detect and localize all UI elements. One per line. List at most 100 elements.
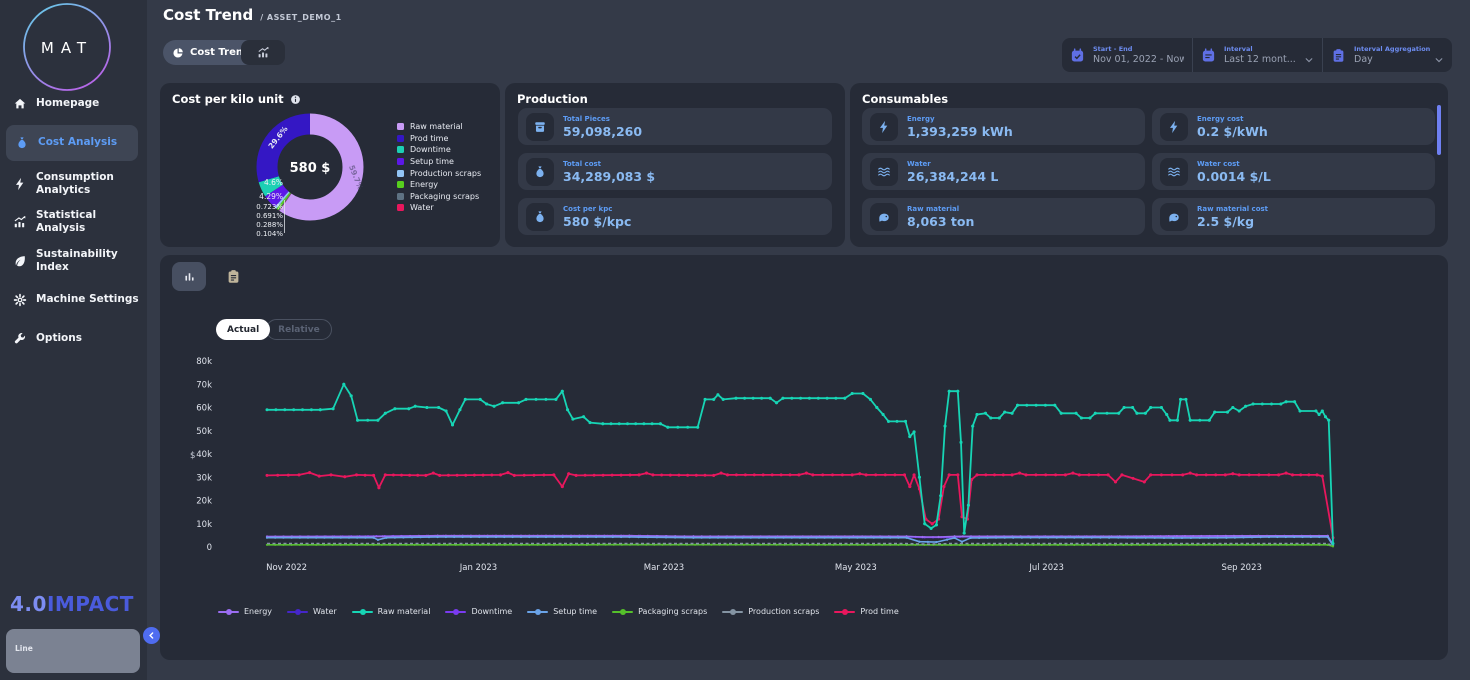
- bolt-icon: [877, 120, 891, 134]
- chart-legend-item-packaging-scraps[interactable]: Packaging scraps: [612, 607, 707, 616]
- app-root: MAT HomepageCost AnalysisConsumption Ana…: [0, 0, 1470, 680]
- legend-swatch: [397, 181, 404, 188]
- consumables-title: Consumables: [862, 92, 948, 106]
- metric-value: 0.2 $/kWh: [1197, 124, 1268, 139]
- y-tick-label: 40k: [196, 450, 212, 460]
- sidebar-item-sustainability-index[interactable]: Sustainability Index: [0, 252, 147, 270]
- metric-card-raw-material: Raw material8,063 ton: [862, 198, 1145, 235]
- legend-label: Raw material: [410, 122, 463, 131]
- legend-label: Downtime: [471, 607, 512, 616]
- metric-value: 2.5 $/kg: [1197, 214, 1268, 229]
- metric-label: Cost per kpc: [563, 205, 631, 213]
- legend-swatch: [397, 193, 404, 200]
- legend-line-sample: [445, 611, 466, 613]
- main-area: Cost Trend / ASSET_DEMO_1 Cost Trend Sta…: [147, 0, 1470, 680]
- control-value: Nov 01, 2022 - Now: [1093, 54, 1184, 65]
- donut-legend-item-water: Water: [397, 202, 481, 214]
- legend-label: Energy: [244, 607, 272, 616]
- sidebar-item-options[interactable]: Options: [0, 330, 147, 348]
- moneybag-icon: [533, 165, 547, 179]
- legend-label: Setup time: [410, 157, 454, 166]
- chart-legend-item-downtime[interactable]: Downtime: [445, 607, 512, 616]
- legend-swatch: [397, 204, 404, 211]
- statistics-view-button[interactable]: [241, 40, 285, 65]
- legend-label: Energy: [410, 180, 438, 189]
- metric-card-cost-per-kpc: Cost per kpc580 $/kpc: [518, 198, 832, 235]
- trend-chart-panel: ActualRelative 010k20k30k40k50k60k70k80k…: [160, 255, 1448, 660]
- legend-line-sample: [287, 611, 308, 613]
- legend-line-sample: [612, 611, 633, 613]
- metric-card-total-cost: Total cost34,289,083 $: [518, 153, 832, 190]
- legend-label: Production scraps: [410, 169, 481, 178]
- sidebar-item-label: Statistical Analysis: [36, 209, 141, 235]
- production-title: Production: [517, 92, 588, 106]
- metric-value: 59,098,260: [563, 124, 642, 139]
- sidebar-item-consumption-analytics[interactable]: Consumption Analytics: [0, 168, 147, 200]
- metric-label: Energy: [907, 115, 1013, 123]
- sidebar-collapse-button[interactable]: [143, 627, 160, 644]
- metric-card-total-pieces: Total Pieces59,098,260: [518, 108, 832, 145]
- metric-label: Raw material cost: [1197, 205, 1268, 213]
- consumables-scrollbar[interactable]: [1437, 105, 1441, 155]
- control-value: Last 12 mont...: [1224, 54, 1296, 65]
- legend-label: Water: [410, 203, 434, 212]
- metric-card-energy: Energy1,393,259 kWh: [862, 108, 1145, 145]
- stats-icon: [13, 215, 27, 229]
- metric-icon-tile: [1160, 158, 1188, 186]
- raw-material-icon: [877, 210, 891, 224]
- sidebar-item-homepage[interactable]: Homepage: [0, 95, 147, 113]
- metric-label: Water cost: [1197, 160, 1271, 168]
- sidebar: MAT HomepageCost AnalysisConsumption Ana…: [0, 0, 147, 680]
- sidebar-item-label: Cost Analysis: [38, 136, 117, 149]
- line-selector-box[interactable]: Line: [6, 629, 140, 673]
- legend-label: Packaging scraps: [410, 192, 479, 201]
- y-tick-label: 20k: [196, 497, 212, 507]
- page-title: Cost Trend: [163, 6, 253, 24]
- control-start-end[interactable]: Start - EndNov 01, 2022 - Now: [1062, 38, 1192, 72]
- chart-legend-item-raw-material[interactable]: Raw material: [352, 607, 431, 616]
- donut-legend: Raw materialProd timeDowntimeSetup timeP…: [397, 121, 481, 214]
- moneybag-icon: [15, 136, 29, 150]
- donut-legend-item-packaging-scraps: Packaging scraps: [397, 191, 481, 203]
- legend-swatch: [397, 158, 404, 165]
- control-interval[interactable]: IntervalLast 12 mont...: [1192, 38, 1322, 72]
- chart-legend-item-production-scraps[interactable]: Production scraps: [722, 607, 819, 616]
- metric-label: Energy cost: [1197, 115, 1268, 123]
- donut-callout-label: 0.288%: [223, 221, 283, 229]
- sidebar-item-cost-analysis[interactable]: Cost Analysis: [6, 125, 138, 161]
- legend-label: Water: [313, 607, 337, 616]
- sidebar-item-label: Machine Settings: [36, 293, 139, 306]
- chart-legend-item-energy[interactable]: Energy: [218, 607, 272, 616]
- legend-label: Downtime: [410, 145, 451, 154]
- chart-legend-item-prod-time[interactable]: Prod time: [834, 607, 898, 616]
- chevron-down-icon: [1434, 55, 1444, 65]
- metric-icon-tile: [526, 203, 554, 231]
- donut-legend-item-downtime: Downtime: [397, 144, 481, 156]
- metric-value: 26,384,244 L: [907, 169, 998, 184]
- cost-per-kilo-panel: Cost per kilo unit 580 $ 59.7%29.6% 4.6%…: [160, 83, 500, 247]
- chart-legend-item-setup-time[interactable]: Setup time: [527, 607, 597, 616]
- y-tick-label: 80k: [196, 357, 212, 367]
- chart-legend-item-water[interactable]: Water: [287, 607, 337, 616]
- box-icon: [533, 120, 547, 134]
- sidebar-item-machine-settings[interactable]: Machine Settings: [0, 291, 147, 309]
- legend-line-sample: [352, 611, 373, 613]
- legend-swatch: [397, 123, 404, 130]
- control-interval-aggregation[interactable]: Interval AggregationDay: [1322, 38, 1452, 72]
- pie-chart-icon: [172, 47, 184, 59]
- sidebar-item-label: Options: [36, 332, 82, 345]
- control-value: Day: [1354, 54, 1430, 65]
- metric-label: Total Pieces: [563, 115, 642, 123]
- wrench-icon: [13, 332, 27, 346]
- x-tick-label: Nov 2022: [266, 563, 307, 573]
- metric-icon-tile: [870, 113, 898, 141]
- legend-swatch: [397, 170, 404, 177]
- legend-label: Setup time: [553, 607, 597, 616]
- donut-legend-item-raw-material: Raw material: [397, 121, 481, 133]
- x-tick-label: Mar 2023: [644, 563, 684, 573]
- tab-actual[interactable]: Actual: [216, 319, 270, 340]
- metric-card-raw-material-cost: Raw material cost2.5 $/kg: [1152, 198, 1435, 235]
- sidebar-item-statistical-analysis[interactable]: Statistical Analysis: [0, 213, 147, 231]
- waves-icon: [1167, 165, 1181, 179]
- breadcrumb: / ASSET_DEMO_1: [260, 13, 341, 22]
